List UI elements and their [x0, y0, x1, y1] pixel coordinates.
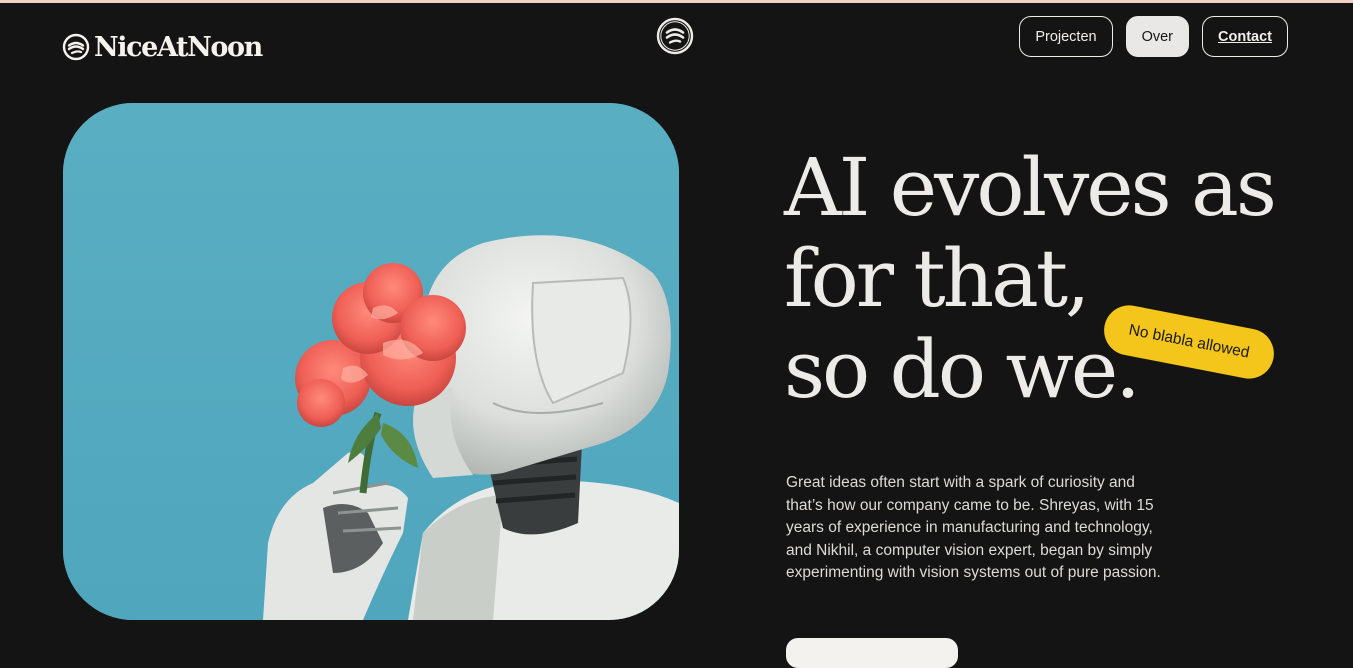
nice-at-noon-icon [62, 33, 90, 61]
nav-contact-button[interactable]: Contact [1202, 16, 1288, 57]
headline-line: AI evolves as [784, 141, 1277, 234]
cta-button[interactable] [786, 638, 958, 668]
hero-headline: AI evolves as for that, so do we. [784, 141, 1277, 415]
center-logo-icon[interactable] [656, 17, 694, 55]
hero-body-text: Great ideas often start with a spark of … [786, 474, 1161, 582]
main-nav: Projecten Over Contact [1019, 16, 1288, 57]
headline-line: for that, [784, 232, 1090, 325]
nav-projecten-button[interactable]: Projecten [1019, 16, 1113, 57]
top-accent-line [0, 0, 1353, 3]
brand-logo[interactable]: NiceAtNoon [62, 30, 263, 64]
nav-over-button[interactable]: Over [1125, 16, 1190, 57]
brand-name: NiceAtNoon [94, 31, 263, 63]
hero-robot-image [63, 103, 679, 620]
